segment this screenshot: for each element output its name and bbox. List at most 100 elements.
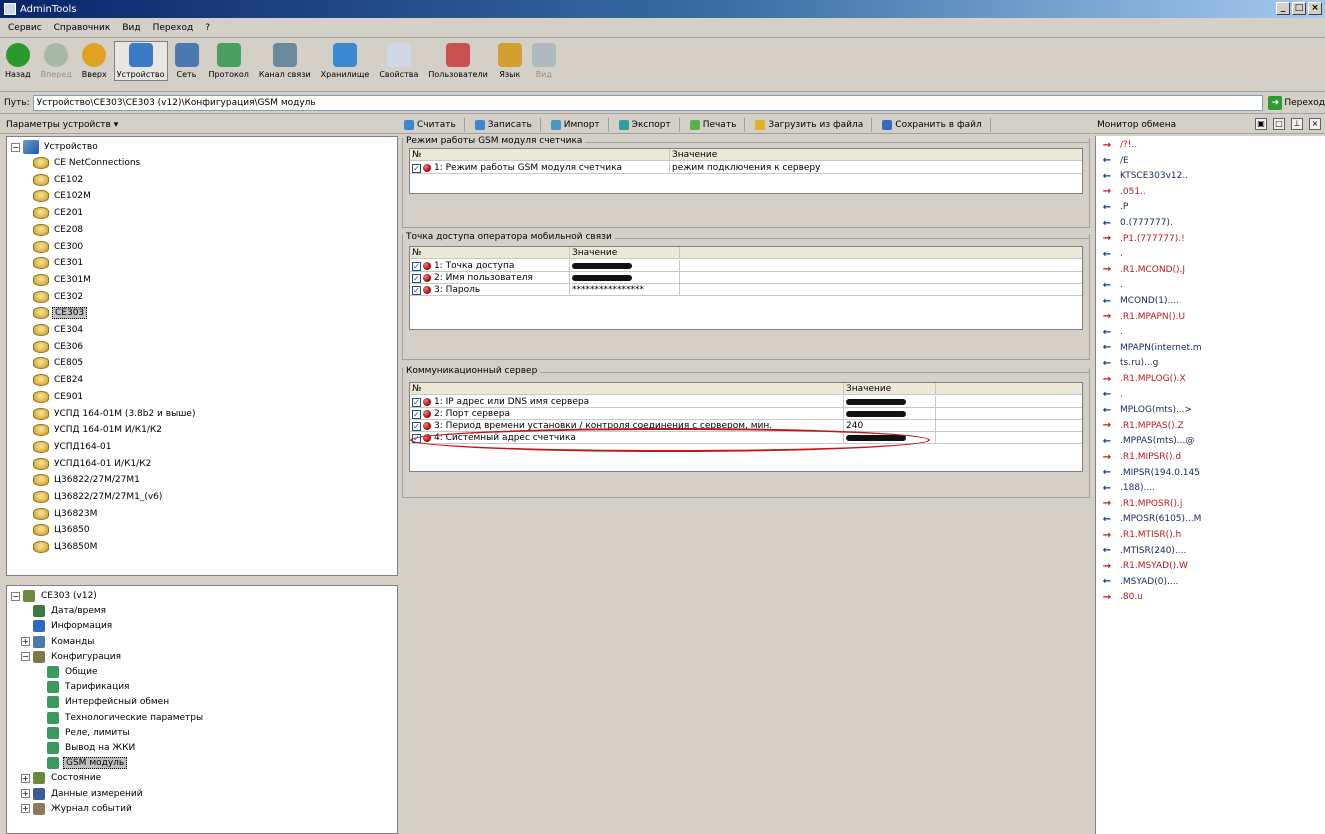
tree-item-device[interactable]: CE301M: [33, 272, 93, 288]
toolbar-button-network[interactable]: Сеть: [172, 41, 202, 81]
toolbar-button-properties[interactable]: Свойства: [376, 41, 421, 81]
tree-item-config[interactable]: GSM модуль: [47, 755, 128, 771]
expand-toggle-icon[interactable]: +: [21, 804, 30, 814]
param-checkbox[interactable]: ✓: [412, 273, 421, 283]
menu-help[interactable]: ?: [205, 23, 210, 33]
tree-item-device[interactable]: CE304: [33, 322, 85, 338]
tree-item-config[interactable]: Общие: [47, 664, 100, 680]
tree-item-device[interactable]: CE102: [33, 172, 85, 188]
param-checkbox[interactable]: ✓: [412, 421, 421, 431]
param-value-cell[interactable]: 240: [844, 420, 936, 432]
param-checkbox[interactable]: ✓: [412, 163, 421, 173]
tree-root-device[interactable]: − Устройство: [11, 139, 100, 155]
tree-item-device[interactable]: CE824: [33, 372, 85, 388]
toolbar-button-back[interactable]: Назад: [2, 41, 34, 81]
action-load-file-button[interactable]: Загрузить из файла: [755, 117, 873, 132]
tree-item-device[interactable]: УСПД164-01: [33, 439, 113, 455]
tree-item-device[interactable]: CE301: [33, 255, 85, 271]
toolbar-button-up[interactable]: Вверх: [79, 41, 110, 81]
tree-item-level1[interactable]: Информация: [33, 618, 114, 634]
toolbar-button-storage[interactable]: Хранилище: [318, 41, 373, 81]
tree-item-config[interactable]: Вывод на ЖКИ: [47, 740, 137, 756]
monitor-close-icon[interactable]: ×: [1309, 118, 1321, 130]
path-input[interactable]: Устройство\CE303\CE303 (v12)\Конфигураци…: [32, 95, 1264, 111]
param-checkbox[interactable]: ✓: [412, 409, 421, 419]
collapse-toggle-icon[interactable]: −: [11, 142, 20, 152]
table-row[interactable]: ✓ 1: Режим работы GSM модуля счетчика режи…: [410, 162, 1116, 174]
tree-item-device[interactable]: CE306: [33, 339, 85, 355]
param-value-cell[interactable]: [844, 396, 936, 408]
table-row[interactable]: ✓ 1: Точка доступа: [410, 260, 1084, 272]
toolbar-button-forward[interactable]: Вперед: [38, 41, 75, 81]
go-button[interactable]: ➜ Переход: [1268, 96, 1325, 110]
tree-item-device[interactable]: Ц36850М: [33, 539, 99, 555]
expand-toggle-icon[interactable]: +: [21, 773, 30, 783]
param-checkbox[interactable]: ✓: [412, 285, 421, 295]
expand-toggle-icon[interactable]: +: [21, 637, 30, 647]
tree-item-device[interactable]: CE300: [33, 239, 85, 255]
tree-item-level1[interactable]: − Конфигурация: [21, 649, 123, 665]
tree-item-level1[interactable]: Дата/время: [33, 603, 108, 619]
tree-root-ce303[interactable]: − CE303 (v12): [11, 588, 99, 604]
action-save-file-button[interactable]: Сохранить в файл: [882, 117, 991, 132]
tree-item-device[interactable]: УСПД164-01 И/К1/К2: [33, 456, 153, 472]
tree-item-device[interactable]: CE302: [33, 289, 85, 305]
toolbar-button-users[interactable]: Пользователи: [425, 41, 490, 81]
menu-service[interactable]: Сервис: [8, 23, 42, 33]
table-row[interactable]: ✓ 3: Пароль ****************: [410, 284, 1084, 296]
action-write-button[interactable]: Записать: [474, 117, 541, 132]
table-row[interactable]: ✓ 2: Порт сервера: [410, 408, 1084, 420]
tree-item-device[interactable]: УСПД 164-01М (3.8b2 и выше): [33, 406, 197, 422]
toolbar-button-device[interactable]: Устройство: [113, 41, 168, 81]
tree-item-level1[interactable]: + Команды: [21, 634, 96, 650]
monitor-clear-icon[interactable]: □: [1273, 118, 1285, 130]
param-value-cell[interactable]: [844, 408, 936, 420]
tree-item-device[interactable]: Ц36822/27М/27М1: [33, 472, 142, 488]
param-checkbox[interactable]: ✓: [412, 397, 421, 407]
tree-item-config[interactable]: Интерфейсный обмен: [47, 694, 171, 710]
tree-item-device[interactable]: Ц36823М: [33, 506, 99, 522]
param-value-cell[interactable]: [570, 260, 680, 272]
minimize-button[interactable]: _: [1276, 2, 1290, 15]
menu-navigate[interactable]: Переход: [153, 23, 194, 33]
tree-item-bottom[interactable]: + Журнал событий: [21, 801, 134, 817]
tree-item-bottom[interactable]: + Данные измерений: [21, 786, 145, 802]
tree-item-device[interactable]: Ц36850: [33, 522, 92, 538]
toolbar-button-protocol[interactable]: Протокол: [206, 41, 252, 81]
maximize-button[interactable]: □: [1292, 2, 1306, 15]
table-row[interactable]: ✓ 1: IP адрес или DNS имя сервера: [410, 396, 1084, 408]
param-value-cell[interactable]: режим подключения к серверу: [670, 162, 1116, 174]
param-checkbox[interactable]: ✓: [412, 261, 421, 271]
expand-toggle-icon[interactable]: −: [21, 652, 30, 662]
toolbar-button-language[interactable]: Язык: [495, 41, 525, 81]
expand-toggle-icon[interactable]: +: [21, 789, 30, 799]
tree-item-device[interactable]: CE208: [33, 222, 85, 238]
toolbar-button-view[interactable]: Вид: [529, 41, 559, 81]
tree-item-device[interactable]: CE NetConnections: [33, 155, 142, 171]
toolbar-button-channel[interactable]: Канал связи: [256, 41, 314, 81]
close-button[interactable]: ×: [1308, 2, 1322, 15]
action-read-button[interactable]: Считать: [404, 117, 465, 132]
action-import-button[interactable]: Импорт: [550, 117, 609, 132]
tree-item-device[interactable]: УСПД 164-01М И/К1/К2: [33, 422, 164, 438]
tree-item-config[interactable]: Тарификация: [47, 679, 131, 695]
action-export-button[interactable]: Экспорт: [618, 117, 680, 132]
tree-item-bottom[interactable]: + Состояние: [21, 770, 103, 786]
tree-item-device[interactable]: CE901: [33, 389, 85, 405]
menu-view[interactable]: Вид: [122, 23, 140, 33]
tree-item-device[interactable]: Ц36822/27М/27М1_(v6): [33, 489, 164, 505]
table-row[interactable]: ✓ 2: Имя пользователя: [410, 272, 1084, 284]
tree-item-device[interactable]: CE201: [33, 205, 85, 221]
device-params-dropdown[interactable]: Параметры устройств ▾: [0, 116, 400, 134]
menu-reference[interactable]: Справочник: [54, 23, 111, 33]
tree-item-device[interactable]: CE303: [33, 305, 88, 321]
tree-item-device[interactable]: CE102M: [33, 188, 93, 204]
monitor-pin-icon[interactable]: ⊥: [1291, 118, 1303, 130]
action-print-button[interactable]: Печать: [689, 117, 746, 132]
param-value-cell[interactable]: [570, 272, 680, 284]
tree-item-config[interactable]: Реле, лимиты: [47, 725, 132, 741]
monitor-save-icon[interactable]: ▣: [1255, 118, 1267, 130]
param-value-cell[interactable]: ****************: [570, 284, 680, 296]
tree-item-device[interactable]: CE805: [33, 355, 85, 371]
tree-item-config[interactable]: Технологические параметры: [47, 710, 205, 726]
